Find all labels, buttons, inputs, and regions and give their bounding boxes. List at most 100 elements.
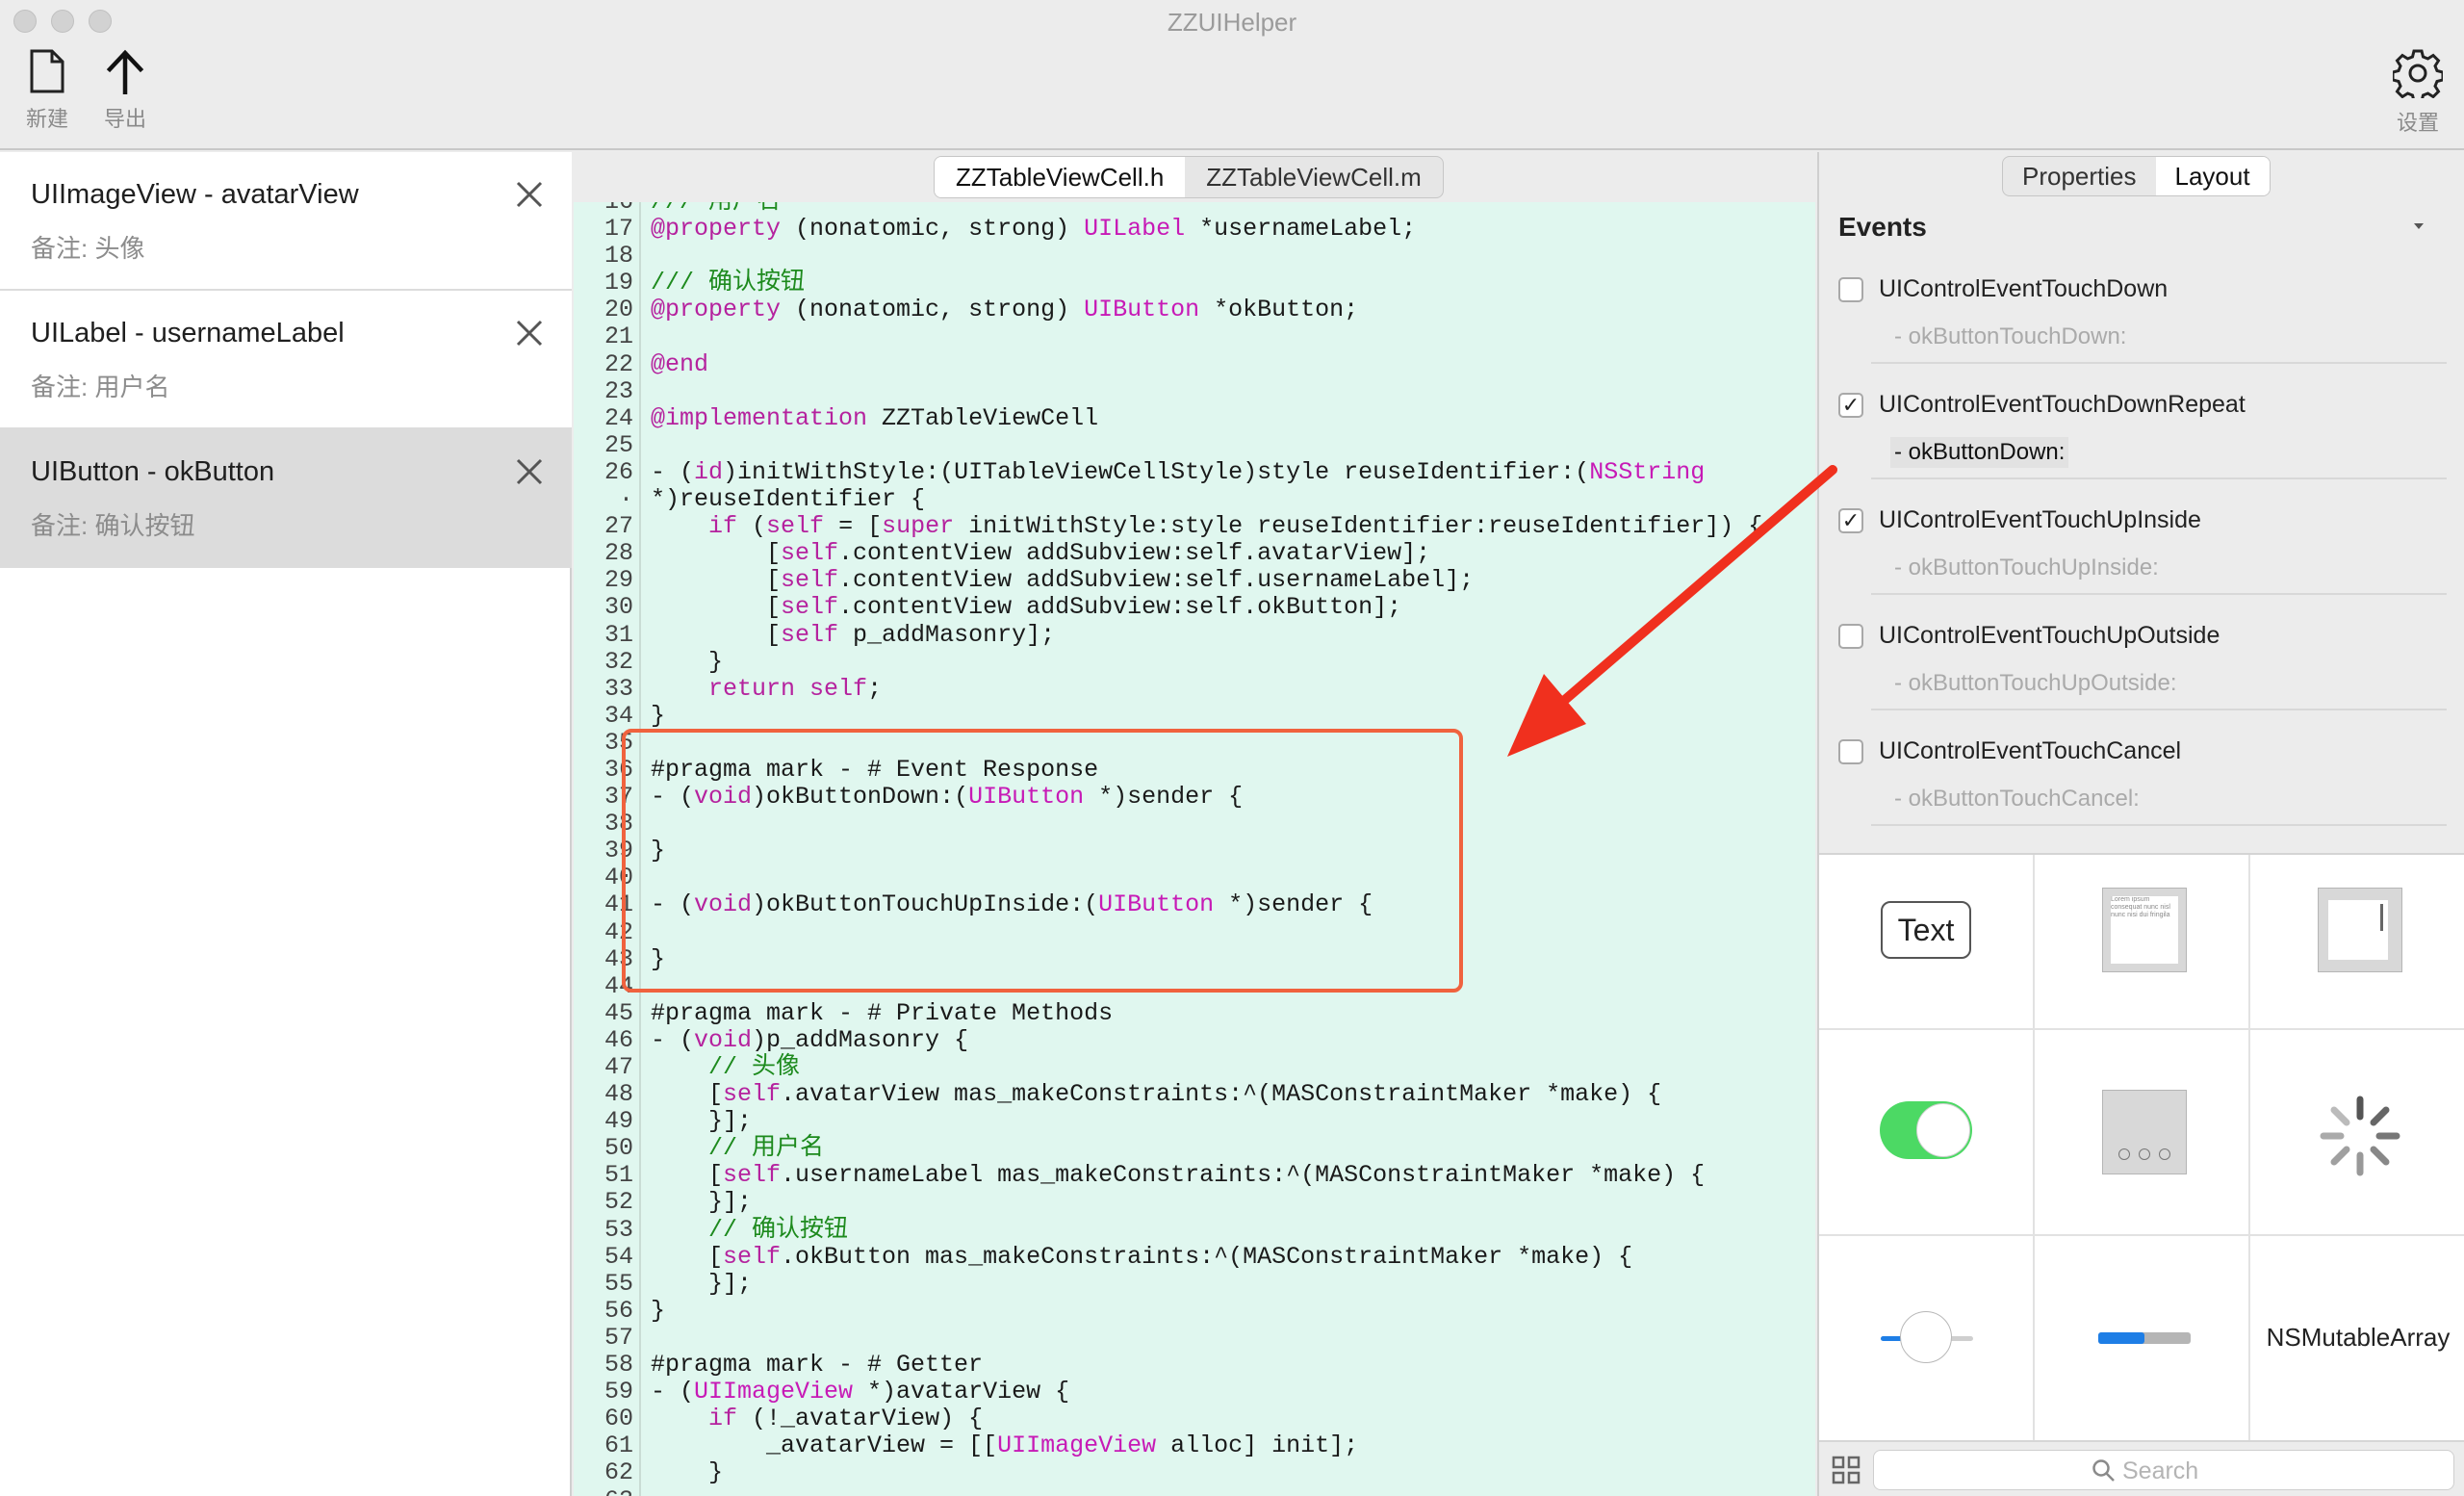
line-number: 17 — [603, 215, 633, 244]
control-item-avatarview[interactable]: UIImageView - avatarView 备注: 头像 — [0, 152, 572, 291]
new-button[interactable]: 新建 — [21, 48, 73, 133]
code-line: 20 @property (nonatomic, strong) UIButton… — [574, 297, 1815, 323]
code-line: 19 /// 确认按钮 — [574, 270, 1815, 297]
library-item-switch[interactable] — [1819, 1030, 2035, 1236]
line-number: 33 — [603, 674, 633, 703]
line-number: 31 — [603, 620, 633, 649]
code-line: 56} — [574, 1296, 1815, 1325]
event-name: UIControlEventTouchUpOutside — [1879, 622, 2220, 649]
library-item-label[interactable]: Text — [1819, 855, 2035, 1030]
export-button[interactable]: 导出 — [99, 48, 151, 133]
event-checkbox[interactable] — [1838, 277, 1863, 302]
code-line: 58 #pragma mark - # Getter — [574, 1351, 1815, 1380]
inspector-tabs: Properties Layout — [2002, 156, 2271, 196]
line-text: /// 确认按钮 — [651, 269, 806, 297]
line-number: 51 — [603, 1161, 633, 1190]
code-line: 49 }]; — [574, 1108, 1815, 1135]
new-label: 新建 — [25, 107, 68, 131]
event-method[interactable]: - okButtonTouchCancel: — [1890, 784, 2143, 814]
code-line: 27 if (self = [super initWithStyle:style… — [574, 513, 1815, 540]
close-icon[interactable] — [510, 314, 549, 352]
event-checkbox[interactable]: ✓ — [1838, 508, 1863, 533]
divider — [1871, 477, 2447, 479]
event-method[interactable]: - okButtonDown: — [1890, 437, 2069, 468]
line-number: · — [618, 485, 633, 514]
line-text: /// 用户名 — [651, 202, 781, 216]
line-text: - (void)p_addMasonry { — [651, 1025, 969, 1054]
slider-knob — [1900, 1311, 1952, 1363]
control-item-name: UIButton - okButton — [31, 456, 275, 487]
event-checkbox[interactable]: ✓ — [1838, 393, 1863, 418]
line-text: }]; — [651, 1107, 753, 1136]
code-line: 16 /// 用户名 — [574, 202, 1815, 216]
event-method[interactable]: - okButtonTouchUpOutside: — [1890, 668, 2181, 699]
code-line: 46 - (void)p_addMasonry { — [574, 1025, 1815, 1054]
line-number: 21 — [603, 322, 633, 351]
line-text: } — [651, 647, 724, 676]
control-item-note: 备注: 头像 — [31, 234, 145, 263]
line-number: 52 — [603, 1188, 633, 1217]
line-number: 25 — [603, 430, 633, 459]
library-item-activityindicator[interactable] — [2250, 1030, 2464, 1236]
code-line: 45 #pragma mark - # Private Methods — [574, 998, 1815, 1027]
grid-view-icon[interactable] — [1831, 1455, 1861, 1485]
gear-icon — [2393, 49, 2443, 98]
code-line: 57 — [574, 1324, 1815, 1352]
nsmutablearray-label: NSMutableArray — [2266, 1323, 2451, 1352]
control-item-okbutton[interactable]: UIButton - okButton 备注: 确认按钮 — [0, 429, 572, 568]
event-checkbox[interactable] — [1838, 739, 1863, 764]
spinner-icon — [2320, 1096, 2400, 1176]
library-item-progressview[interactable] — [2035, 1236, 2250, 1442]
code-line: 50 // 用户名 — [574, 1135, 1815, 1162]
control-item-usernamelabel[interactable]: UILabel - usernameLabel 备注: 用户名 — [0, 291, 572, 429]
pagecontrol-preview — [2102, 1090, 2187, 1174]
textview-sample-text: Lorem ipsum consequat nunc nisl nunc nis… — [2111, 896, 2178, 964]
settings-label: 设置 — [2396, 111, 2439, 135]
event-method[interactable]: - okButtonTouchDown: — [1890, 322, 2130, 352]
event-name: UIControlEventTouchUpInside — [1879, 506, 2201, 533]
line-number: 45 — [603, 998, 633, 1027]
code-line: 51 [self.usernameLabel mas_makeConstrain… — [574, 1162, 1815, 1189]
line-number: 58 — [603, 1351, 633, 1380]
library-item-nsmutablearray[interactable]: NSMutableArray — [2250, 1236, 2464, 1442]
tab-header-file[interactable]: ZZTableViewCell.h — [935, 157, 1186, 197]
settings-button[interactable]: 设置 — [2389, 48, 2447, 137]
line-number: 63 — [574, 1486, 633, 1496]
text-button-preview: Text — [1881, 901, 1971, 959]
close-icon[interactable] — [510, 452, 549, 491]
tab-properties[interactable]: Properties — [2003, 157, 2156, 195]
line-text: }]; — [651, 1269, 753, 1298]
code-line: 26 - (id)initWithStyle:(UITableViewCellSt… — [574, 457, 1815, 486]
line-number: 26 — [603, 457, 633, 486]
library-item-scrollview[interactable] — [2250, 855, 2464, 1030]
library-item-slider[interactable] — [1819, 1236, 2035, 1442]
library-item-pagecontrol[interactable] — [2035, 1030, 2250, 1236]
tab-layout[interactable]: Layout — [2155, 157, 2270, 195]
line-text: _avatarView = [[UIImageView alloc] init]… — [651, 1432, 1359, 1460]
chevron-down-icon[interactable] — [2412, 221, 2426, 231]
event-method[interactable]: - okButtonTouchUpInside: — [1890, 553, 2163, 583]
search-icon — [2092, 1459, 2115, 1482]
line-text: if (!_avatarView) { — [708, 1405, 984, 1433]
library-search-field[interactable]: Search — [1873, 1450, 2454, 1490]
line-text: @end — [651, 349, 709, 378]
line-number: 50 — [603, 1134, 633, 1163]
code-line: 22 @end — [574, 349, 1815, 378]
line-text: } — [651, 1296, 666, 1325]
line-number: 24 — [603, 403, 633, 432]
code-line: 52 }]; — [574, 1189, 1815, 1216]
divider — [1871, 824, 2447, 826]
control-list: UIImageView - avatarView 备注: 头像 UILabel … — [0, 152, 572, 1496]
event-checkbox[interactable] — [1838, 624, 1863, 649]
code-line: 29 [self.contentView addSubview:self.use… — [574, 567, 1815, 594]
line-text: [self p_addMasonry]; — [651, 620, 1056, 649]
window-toolbar: ZZUIHelper 新建 导出 设置 — [0, 0, 2464, 150]
line-number: 60 — [603, 1405, 633, 1433]
close-icon[interactable] — [510, 175, 549, 214]
line-text: [self.usernameLabel mas_makeConstraints:… — [651, 1161, 1706, 1190]
window-title: ZZUIHelper — [1167, 8, 1297, 37]
tab-implementation-file[interactable]: ZZTableViewCell.m — [1185, 157, 1442, 197]
code-line: 23 — [574, 377, 1815, 405]
library-item-textview[interactable]: Lorem ipsum consequat nunc nisl nunc nis… — [2035, 855, 2250, 1030]
line-text: // 用户名 — [708, 1134, 825, 1163]
